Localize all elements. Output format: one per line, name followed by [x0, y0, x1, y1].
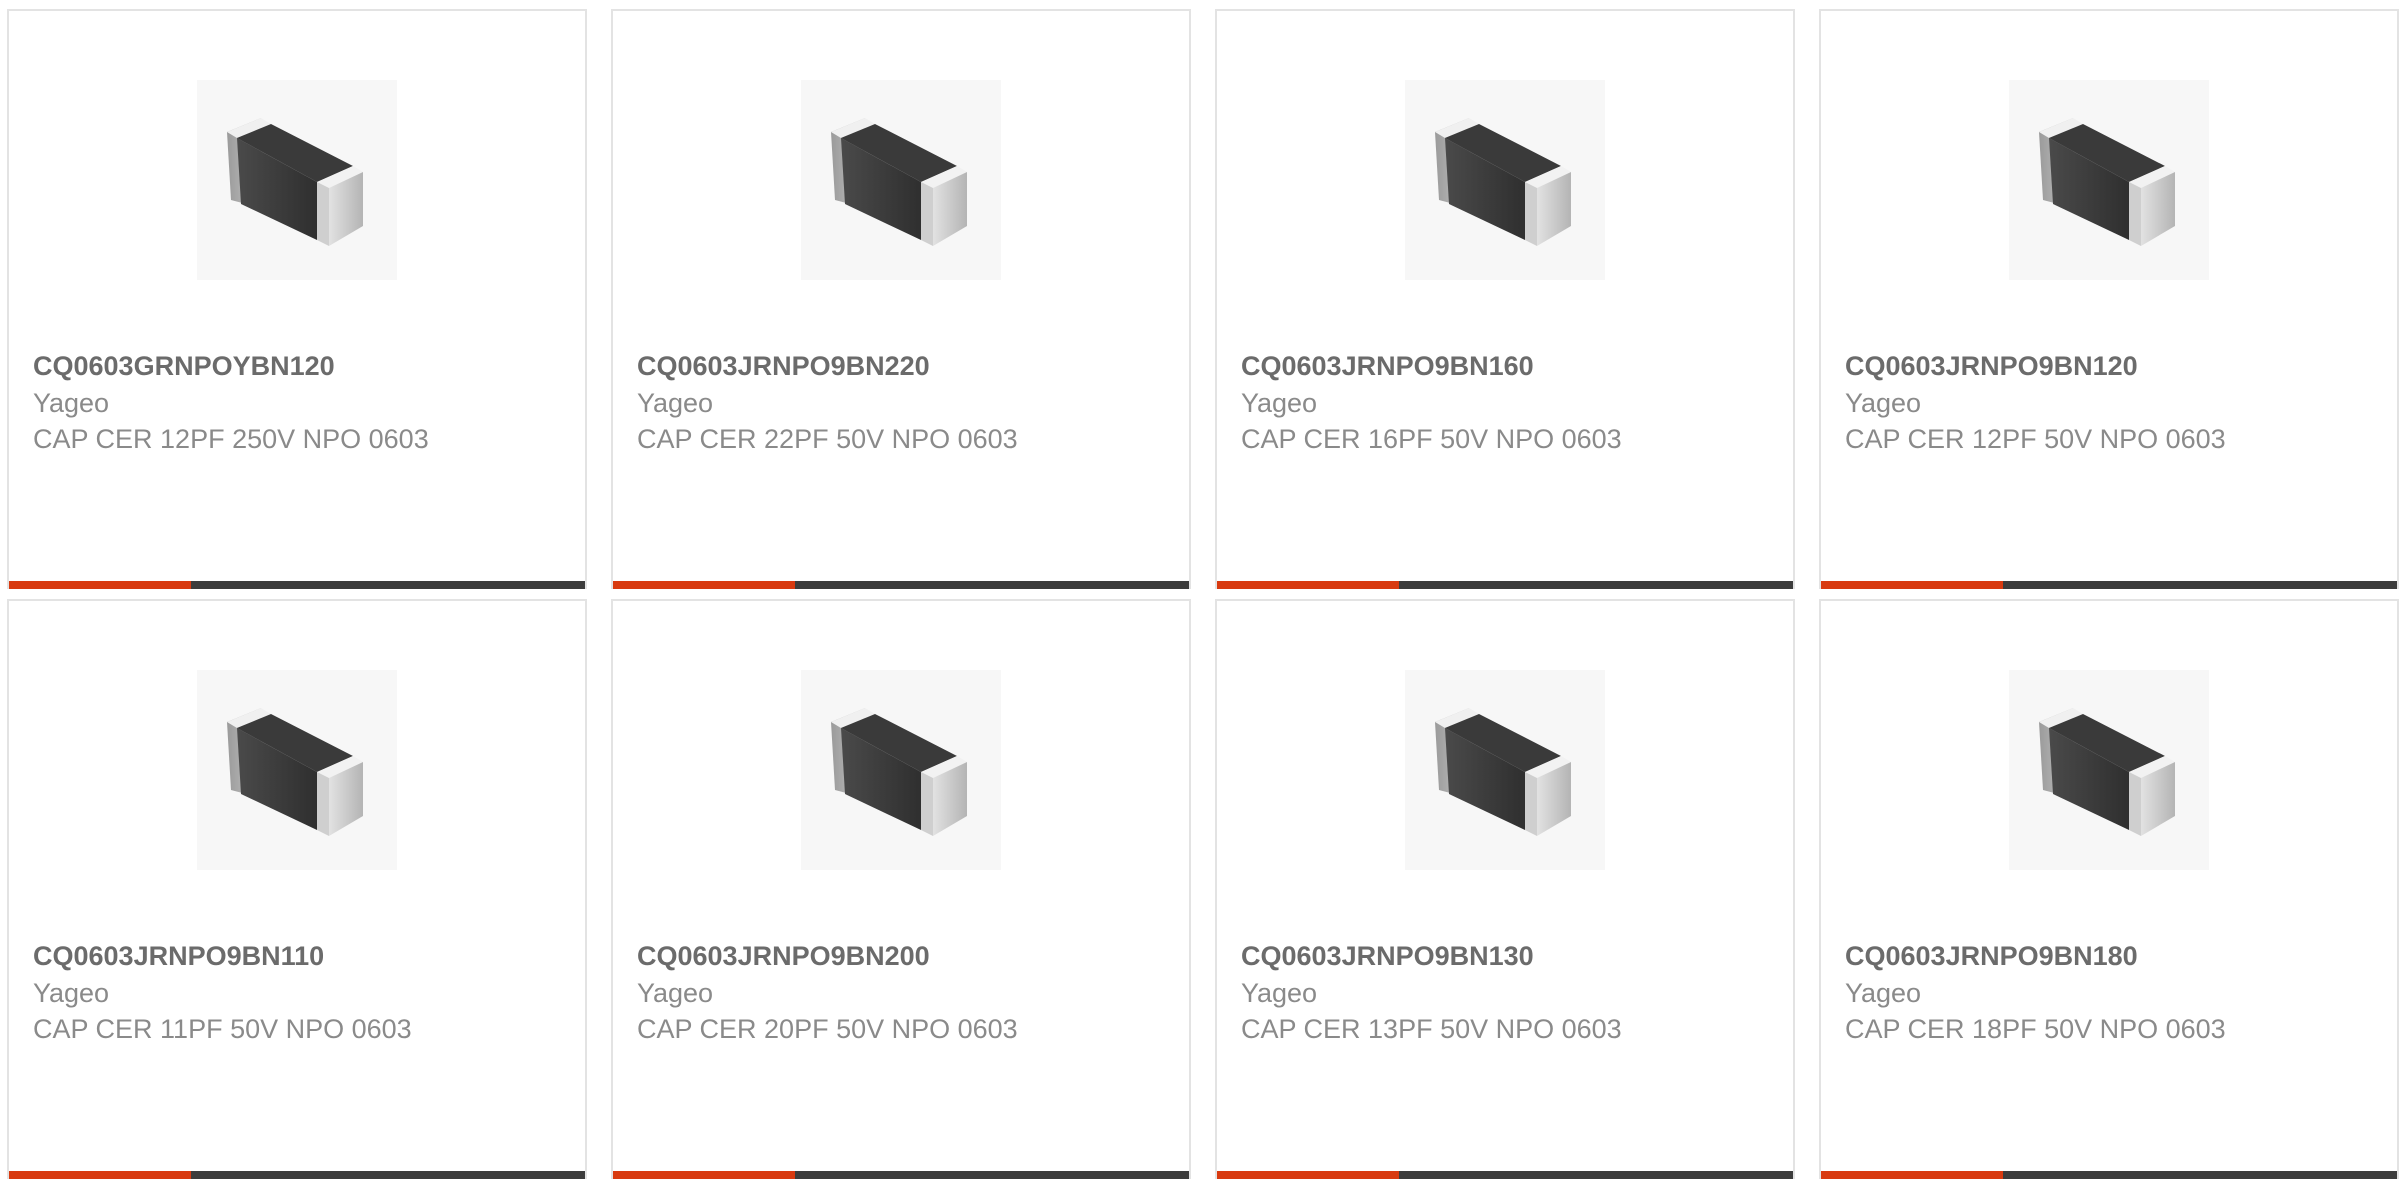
- capacitor-chip-icon[interactable]: [801, 80, 1001, 280]
- card-footer-bar: [613, 581, 1189, 589]
- accent-bar: [1217, 581, 1399, 589]
- card-footer-bar: [1217, 1171, 1793, 1179]
- manufacturer-name: Yageo: [1845, 388, 1922, 418]
- card-footer-bar: [9, 1171, 585, 1179]
- manufacturer-name: Yageo: [1241, 388, 1318, 418]
- manufacturer-name: Yageo: [33, 388, 110, 418]
- part-number[interactable]: CQ0603JRNPO9BN110: [33, 941, 324, 972]
- part-number[interactable]: CQ0603JRNPO9BN130: [1241, 941, 1534, 972]
- dark-bar: [795, 581, 1189, 589]
- product-card[interactable]: CQ0603JRNPO9BN160 Yageo CAP CER 16PF 50V…: [1215, 9, 1795, 589]
- accent-bar: [613, 581, 795, 589]
- capacitor-chip-icon[interactable]: [197, 80, 397, 280]
- capacitor-chip-icon[interactable]: [197, 670, 397, 870]
- card-footer-bar: [1821, 581, 2397, 589]
- product-card[interactable]: CQ0603JRNPO9BN220 Yageo CAP CER 22PF 50V…: [611, 9, 1191, 589]
- product-description: CAP CER 16PF 50V NPO 0603: [1241, 424, 1622, 454]
- manufacturer-name: Yageo: [637, 978, 714, 1008]
- part-number[interactable]: CQ0603JRNPO9BN200: [637, 941, 930, 972]
- product-card[interactable]: CQ0603GRNPOYBN120 Yageo CAP CER 12PF 250…: [7, 9, 587, 589]
- product-description: CAP CER 12PF 250V NPO 0603: [33, 424, 429, 454]
- part-number[interactable]: CQ0603JRNPO9BN220: [637, 351, 930, 382]
- product-card[interactable]: CQ0603JRNPO9BN130 Yageo CAP CER 13PF 50V…: [1215, 599, 1795, 1179]
- product-card[interactable]: CQ0603JRNPO9BN200 Yageo CAP CER 20PF 50V…: [611, 599, 1191, 1179]
- part-number[interactable]: CQ0603GRNPOYBN120: [33, 351, 335, 382]
- dark-bar: [191, 581, 585, 589]
- accent-bar: [613, 1171, 795, 1179]
- dark-bar: [2003, 1171, 2397, 1179]
- product-grid: CQ0603GRNPOYBN120 Yageo CAP CER 12PF 250…: [7, 9, 2399, 1179]
- dark-bar: [795, 1171, 1189, 1179]
- part-number[interactable]: CQ0603JRNPO9BN180: [1845, 941, 2138, 972]
- product-card[interactable]: CQ0603JRNPO9BN180 Yageo CAP CER 18PF 50V…: [1819, 599, 2399, 1179]
- dark-bar: [1399, 1171, 1793, 1179]
- part-number[interactable]: CQ0603JRNPO9BN120: [1845, 351, 2138, 382]
- accent-bar: [9, 581, 191, 589]
- manufacturer-name: Yageo: [1241, 978, 1318, 1008]
- manufacturer-name: Yageo: [637, 388, 714, 418]
- product-description: CAP CER 13PF 50V NPO 0603: [1241, 1014, 1622, 1044]
- accent-bar: [9, 1171, 191, 1179]
- capacitor-chip-icon[interactable]: [1405, 80, 1605, 280]
- capacitor-chip-icon[interactable]: [1405, 670, 1605, 870]
- capacitor-chip-icon[interactable]: [2009, 670, 2209, 870]
- card-footer-bar: [613, 1171, 1189, 1179]
- product-description: CAP CER 11PF 50V NPO 0603: [33, 1014, 412, 1044]
- card-footer-bar: [1821, 1171, 2397, 1179]
- card-footer-bar: [9, 581, 585, 589]
- product-card[interactable]: CQ0603JRNPO9BN120 Yageo CAP CER 12PF 50V…: [1819, 9, 2399, 589]
- product-description: CAP CER 22PF 50V NPO 0603: [637, 424, 1018, 454]
- capacitor-chip-icon[interactable]: [2009, 80, 2209, 280]
- product-description: CAP CER 12PF 50V NPO 0603: [1845, 424, 2226, 454]
- dark-bar: [2003, 581, 2397, 589]
- dark-bar: [1399, 581, 1793, 589]
- manufacturer-name: Yageo: [1845, 978, 1922, 1008]
- manufacturer-name: Yageo: [33, 978, 110, 1008]
- product-description: CAP CER 20PF 50V NPO 0603: [637, 1014, 1018, 1044]
- card-footer-bar: [1217, 581, 1793, 589]
- product-description: CAP CER 18PF 50V NPO 0603: [1845, 1014, 2226, 1044]
- accent-bar: [1821, 1171, 2003, 1179]
- capacitor-chip-icon[interactable]: [801, 670, 1001, 870]
- product-card[interactable]: CQ0603JRNPO9BN110 Yageo CAP CER 11PF 50V…: [7, 599, 587, 1179]
- accent-bar: [1217, 1171, 1399, 1179]
- accent-bar: [1821, 581, 2003, 589]
- part-number[interactable]: CQ0603JRNPO9BN160: [1241, 351, 1534, 382]
- dark-bar: [191, 1171, 585, 1179]
